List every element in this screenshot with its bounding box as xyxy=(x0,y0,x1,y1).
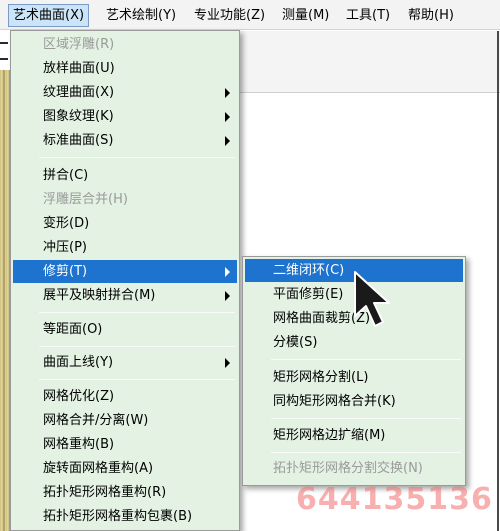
menu-item-image-texture[interactable]: 图象纹理(K) xyxy=(13,105,237,128)
submenu-arrow-icon xyxy=(225,88,230,98)
submenu-arrow-icon xyxy=(225,358,230,368)
menu-separator xyxy=(271,452,461,453)
arrow-cursor-icon xyxy=(354,271,390,327)
menu-item-texture-surface[interactable]: 纹理曲面(X) xyxy=(13,81,237,104)
menu-separator xyxy=(271,359,461,360)
edge-tick xyxy=(0,42,8,44)
toolbar-area xyxy=(238,31,500,93)
menu-item-combine[interactable]: 拼合(C) xyxy=(13,164,237,187)
menubar-professional[interactable]: 专业功能(Z) xyxy=(190,4,269,27)
menubar-help[interactable]: 帮助(H) xyxy=(404,4,458,27)
menu-item-line-on-surface[interactable]: 曲面上线(Y) xyxy=(13,351,237,374)
menu-item-label: 图象纹理(K) xyxy=(43,109,114,124)
submenu-arrow-icon xyxy=(225,112,230,122)
menu-item-mesh-merge-split[interactable]: 网格合并/分离(W) xyxy=(13,409,237,432)
menu-separator xyxy=(39,157,235,158)
menu-item-relief-layer-merge: 浮雕层合并(H) xyxy=(43,192,128,207)
menubar-measure[interactable]: 测量(M) xyxy=(278,4,333,27)
menu-item-mesh-optimize[interactable]: 网格优化(Z) xyxy=(13,385,237,408)
menu-item-flatten-map-combine[interactable]: 展平及映射拼合(M) xyxy=(13,284,237,307)
edge-tick xyxy=(0,58,8,60)
menu-separator xyxy=(39,346,235,347)
submenu-item-split-mold[interactable]: 分模(S) xyxy=(245,331,463,354)
submenu-item-topo-rect-mesh-split-swap: 拓扑矩形网格分割交换(N) xyxy=(273,461,423,476)
submenu-item-rect-mesh-split[interactable]: 矩形网格分割(L) xyxy=(245,366,463,389)
menu-item-topo-rect-mesh-rebuild[interactable]: 拓扑矩形网格重构(R) xyxy=(13,481,237,504)
menubar-art-surface[interactable]: 艺术曲面(X) xyxy=(8,4,90,27)
menu-item-trim[interactable]: 修剪(T) xyxy=(13,260,237,283)
menu-item-mesh-rebuild[interactable]: 网格重构(B) xyxy=(13,433,237,456)
menu-item-stamp[interactable]: 冲压(P) xyxy=(13,236,237,259)
menu-item-topo-rect-mesh-rebuild-wrap[interactable]: 拓扑矩形网格重构包裹(B) xyxy=(13,505,237,528)
menu-bar: 艺术曲面(X) 艺术绘制(Y) 专业功能(Z) 测量(M) 工具(T) 帮助(H… xyxy=(0,0,500,30)
menu-item-label: 展平及映射拼合(M) xyxy=(43,288,156,303)
art-surface-menu: 区域浮雕(R) 放样曲面(U) 纹理曲面(X) 图象纹理(K) 标准曲面(S) … xyxy=(10,30,240,531)
menu-item-region-relief: 区域浮雕(R) xyxy=(43,37,115,52)
menu-item-label: 标准曲面(S) xyxy=(43,133,114,148)
menu-item-label: 纹理曲面(X) xyxy=(43,85,115,100)
canvas-border xyxy=(497,31,499,531)
menu-separator xyxy=(39,312,235,313)
submenu-arrow-icon xyxy=(225,291,230,301)
menu-item-label: 修剪(T) xyxy=(43,264,88,279)
submenu-arrow-icon xyxy=(225,136,230,146)
menubar-art-draw[interactable]: 艺术绘制(Y) xyxy=(102,4,180,27)
menu-item-deform[interactable]: 变形(D) xyxy=(13,212,237,235)
submenu-item-iso-rect-mesh-merge[interactable]: 同构矩形网格合并(K) xyxy=(245,390,463,413)
menu-item-offset-surface[interactable]: 等距面(O) xyxy=(13,318,237,341)
menu-separator xyxy=(39,379,235,380)
menu-item-label: 曲面上线(Y) xyxy=(43,355,114,370)
submenu-arrow-icon xyxy=(225,267,230,277)
menu-item-loft-surface[interactable]: 放样曲面(U) xyxy=(13,57,237,80)
watermark-text: 644135136 xyxy=(296,482,493,517)
submenu-item-rect-mesh-edge-scale[interactable]: 矩形网格边扩缩(M) xyxy=(245,424,463,447)
menu-item-revolve-mesh-rebuild[interactable]: 旋转面网格重构(A) xyxy=(13,457,237,480)
menubar-tools[interactable]: 工具(T) xyxy=(342,4,394,27)
menu-item-standard-surface[interactable]: 标准曲面(S) xyxy=(13,129,237,152)
menu-separator xyxy=(271,418,461,419)
